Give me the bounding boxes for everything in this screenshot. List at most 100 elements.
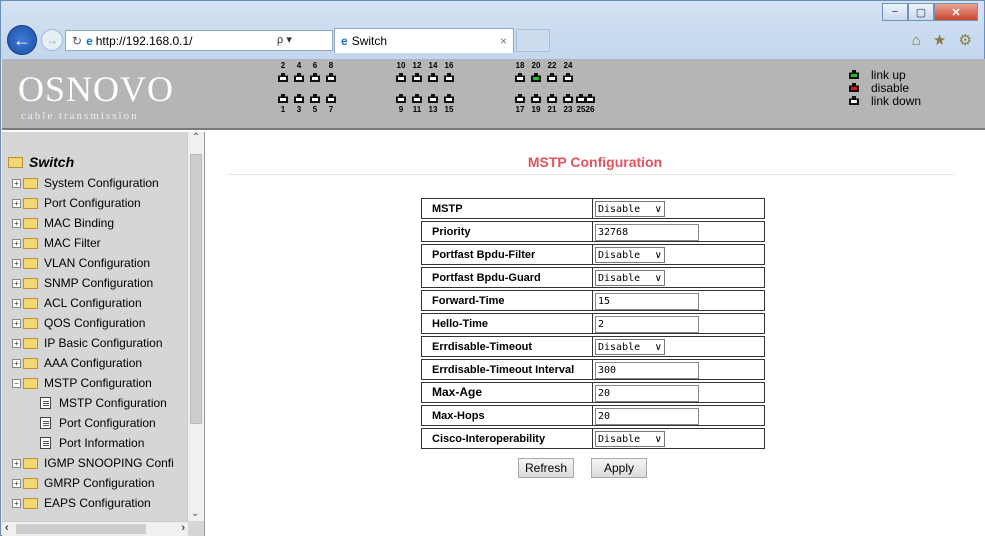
port-1-icon[interactable]	[278, 94, 288, 103]
port-2-icon[interactable]	[278, 73, 288, 82]
sidebar-item[interactable]: + SNMP Configuration	[12, 276, 153, 290]
sidebar-item[interactable]: + EAPS Configuration	[12, 496, 151, 510]
expand-icon[interactable]: +	[12, 198, 21, 208]
port-3-icon[interactable]	[294, 94, 304, 103]
back-arrow-icon[interactable]: ←	[7, 25, 37, 55]
folder-icon	[23, 377, 38, 389]
expand-icon[interactable]: +	[12, 458, 21, 468]
port-20-icon[interactable]	[531, 73, 541, 82]
field-input[interactable]: 15	[595, 293, 699, 310]
sidebar-item[interactable]: + System Configuration	[12, 176, 159, 190]
sidebar-item-label: System Configuration	[44, 176, 159, 190]
port-24-icon[interactable]	[563, 73, 573, 82]
port-16-icon[interactable]	[444, 73, 454, 82]
forward-arrow-icon[interactable]: →	[41, 29, 63, 51]
sidebar-item[interactable]: + VLAN Configuration	[12, 256, 150, 270]
expand-icon[interactable]: +	[12, 278, 21, 288]
field-input[interactable]: 300	[595, 362, 699, 379]
refresh-button[interactable]: Refresh	[518, 458, 574, 478]
sidebar-horizontal-scrollbar[interactable]: ‹ ›	[2, 521, 188, 536]
port-17-icon[interactable]	[515, 94, 525, 103]
tab-close-icon[interactable]: ×	[500, 34, 507, 48]
expand-icon[interactable]: +	[12, 498, 21, 508]
field-input[interactable]: 20	[595, 408, 699, 425]
scroll-left-icon[interactable]: ‹	[5, 522, 9, 534]
minimize-button[interactable]: −	[882, 3, 908, 21]
sidebar-item-label: SNMP Configuration	[44, 276, 154, 290]
port-9-icon[interactable]	[396, 94, 406, 103]
field-input[interactable]: 2	[595, 316, 699, 333]
scroll-up-icon[interactable]: ⌃	[188, 132, 204, 143]
port-14-icon[interactable]	[428, 73, 438, 82]
device-banner: OSNOVO cable transmission 2 4 6 8 10 12 14 16 18…	[2, 60, 985, 130]
new-tab-button[interactable]	[516, 29, 550, 52]
port-11-icon[interactable]	[412, 94, 422, 103]
expand-icon[interactable]: +	[12, 298, 21, 308]
port-8-icon[interactable]	[326, 73, 336, 82]
expand-icon[interactable]: +	[12, 178, 21, 188]
apply-button[interactable]: Apply	[591, 458, 647, 478]
port-22-icon[interactable]	[547, 73, 557, 82]
expand-icon[interactable]: +	[12, 238, 21, 248]
field-select[interactable]: Disable ∨	[595, 339, 665, 355]
port-13-icon[interactable]	[428, 94, 438, 103]
expand-icon[interactable]: +	[12, 478, 21, 488]
port-12-icon[interactable]	[412, 73, 422, 82]
scroll-right-icon[interactable]: ›	[181, 522, 185, 534]
port-5-icon[interactable]	[310, 94, 320, 103]
sidebar-item[interactable]: Port Information	[40, 436, 144, 450]
sidebar-item[interactable]: MSTP Configuration	[40, 396, 167, 410]
expand-icon[interactable]: +	[12, 218, 21, 228]
sidebar-item-label: VLAN Configuration	[44, 256, 151, 270]
field-input[interactable]: 20	[595, 385, 699, 402]
sidebar-item[interactable]: + IP Basic Configuration	[12, 336, 163, 350]
legend-disable: disable	[849, 81, 921, 95]
port-15-icon[interactable]	[444, 94, 454, 103]
expand-icon[interactable]: +	[12, 258, 21, 268]
port-18-icon[interactable]	[515, 73, 525, 82]
sidebar-scroll-thumb[interactable]	[190, 154, 202, 424]
sidebar-item[interactable]: + AAA Configuration	[12, 356, 142, 370]
expand-icon[interactable]: +	[12, 338, 21, 348]
tree-root[interactable]: Switch	[8, 154, 74, 170]
refresh-icon[interactable]: ↻	[72, 34, 82, 48]
sidebar-item[interactable]: + ACL Configuration	[12, 296, 142, 310]
port-23-icon[interactable]	[563, 94, 573, 103]
sidebar-item[interactable]: + Port Configuration	[12, 196, 141, 210]
field-select[interactable]: Disable ∨	[595, 201, 665, 217]
sidebar-item[interactable]: − MSTP Configuration	[12, 376, 152, 390]
sidebar-item[interactable]: + QOS Configuration	[12, 316, 145, 330]
browser-tab[interactable]: e Switch ×	[334, 28, 514, 53]
sidebar-item[interactable]: + MAC Filter	[12, 236, 101, 250]
port-7-icon[interactable]	[326, 94, 336, 103]
sidebar-item[interactable]: + GMRP Configuration	[12, 476, 155, 490]
expand-icon[interactable]: +	[12, 318, 21, 328]
sidebar-item[interactable]: Port Configuration	[40, 416, 156, 430]
expand-icon[interactable]: +	[12, 358, 21, 368]
home-favorites-settings-icons[interactable]: ⌂ ★ ⚙	[912, 31, 976, 49]
field-value-cell: 32768	[593, 221, 765, 242]
search-dropdown-icon[interactable]: ρ ▾	[277, 33, 292, 46]
sidebar-hscroll-thumb[interactable]	[16, 524, 146, 534]
port-10-icon[interactable]	[396, 73, 406, 82]
close-window-button[interactable]: ✕	[934, 3, 978, 21]
scroll-down-icon[interactable]: ⌄	[191, 508, 199, 519]
address-bar[interactable]: ↻ e http://192.168.0.1/	[65, 30, 333, 51]
port-21-icon[interactable]	[547, 94, 557, 103]
collapse-icon[interactable]: −	[12, 378, 21, 388]
port-26-icon[interactable]	[585, 94, 595, 103]
field-select[interactable]: Disable ∨	[595, 270, 665, 286]
field-select[interactable]: Disable ∨	[595, 247, 665, 263]
field-select[interactable]: Disable ∨	[595, 431, 665, 447]
field-value-cell: Disable ∨	[593, 198, 765, 219]
sidebar-item[interactable]: + IGMP SNOOPING Confi	[12, 456, 174, 470]
field-input[interactable]: 32768	[595, 224, 699, 241]
document-icon	[40, 397, 51, 409]
maximize-button[interactable]: ▢	[908, 3, 934, 21]
sidebar-item[interactable]: + MAC Binding	[12, 216, 114, 230]
sidebar-vertical-scrollbar[interactable]: ⌃ ⌄	[187, 132, 204, 521]
port-19-icon[interactable]	[531, 94, 541, 103]
port-6-icon[interactable]	[310, 73, 320, 82]
port-4-icon[interactable]	[294, 73, 304, 82]
port-number: 22	[547, 61, 557, 70]
